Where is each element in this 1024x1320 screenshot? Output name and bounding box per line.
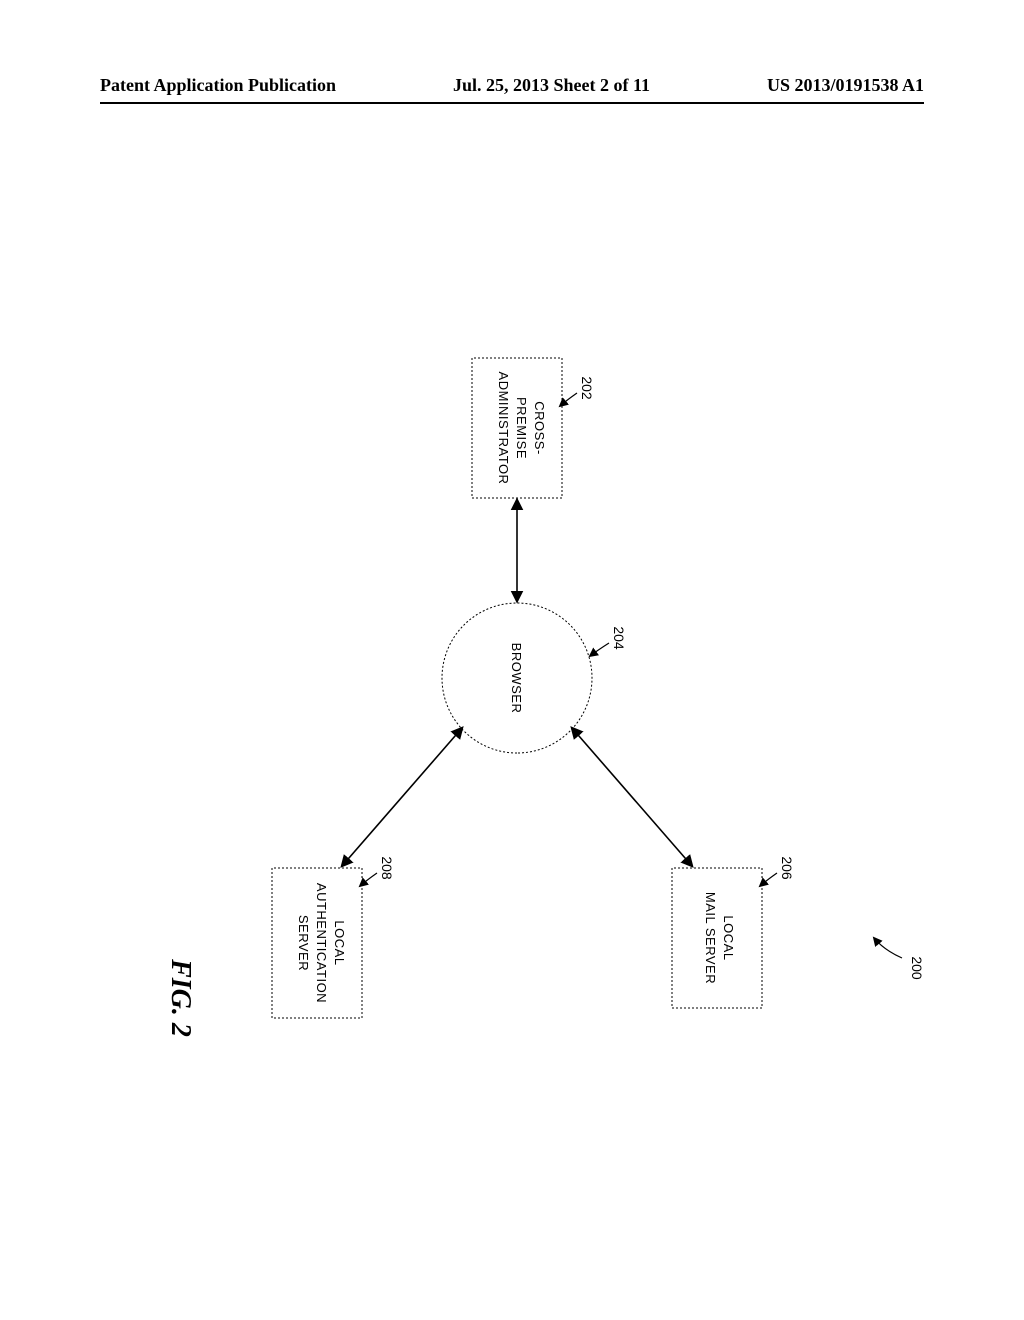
node-browser: BROWSER — [442, 603, 592, 753]
auth-line3: SERVER — [296, 915, 311, 971]
connector-browser-mail — [572, 728, 692, 866]
node-cross-premise-administrator: CROSS- PREMISE ADMINISTRATOR — [472, 358, 562, 498]
auth-line2: AUTHENTICATION — [314, 883, 329, 1003]
diagram-svg: 200 CROSS- PREMISE ADMINISTRATOR 202 BRO… — [100, 160, 924, 1220]
header-right: US 2013/0191538 A1 — [767, 75, 924, 96]
auth-line1: LOCAL — [332, 920, 347, 965]
page-header: Patent Application Publication Jul. 25, … — [0, 75, 1024, 96]
browser-label: BROWSER — [509, 643, 524, 714]
figure-label: FIG. 2 — [165, 958, 196, 1037]
ref-206: 206 — [779, 856, 795, 880]
ref-208: 208 — [379, 856, 395, 880]
leader-204 — [590, 643, 609, 656]
leader-200 — [874, 938, 902, 958]
node-local-mail-server: LOCAL MAIL SERVER — [672, 868, 762, 1008]
leader-206 — [760, 873, 777, 886]
admin-line2: PREMISE — [514, 397, 529, 459]
connector-browser-auth — [342, 728, 462, 866]
header-center: Jul. 25, 2013 Sheet 2 of 11 — [453, 75, 650, 96]
mail-line1: LOCAL — [721, 915, 736, 960]
ref-204: 204 — [611, 626, 627, 650]
leader-202 — [560, 393, 577, 406]
admin-line1: CROSS- — [532, 401, 547, 455]
mail-line2: MAIL SERVER — [703, 892, 718, 984]
ref-202: 202 — [579, 376, 595, 400]
admin-line3: ADMINISTRATOR — [496, 372, 511, 485]
node-local-authentication-server: LOCAL AUTHENTICATION SERVER — [272, 868, 362, 1018]
ref-200: 200 — [909, 956, 924, 980]
leader-208 — [360, 873, 377, 886]
figure-2: 200 CROSS- PREMISE ADMINISTRATOR 202 BRO… — [100, 160, 924, 1220]
header-left: Patent Application Publication — [100, 75, 336, 96]
header-rule — [100, 102, 924, 104]
